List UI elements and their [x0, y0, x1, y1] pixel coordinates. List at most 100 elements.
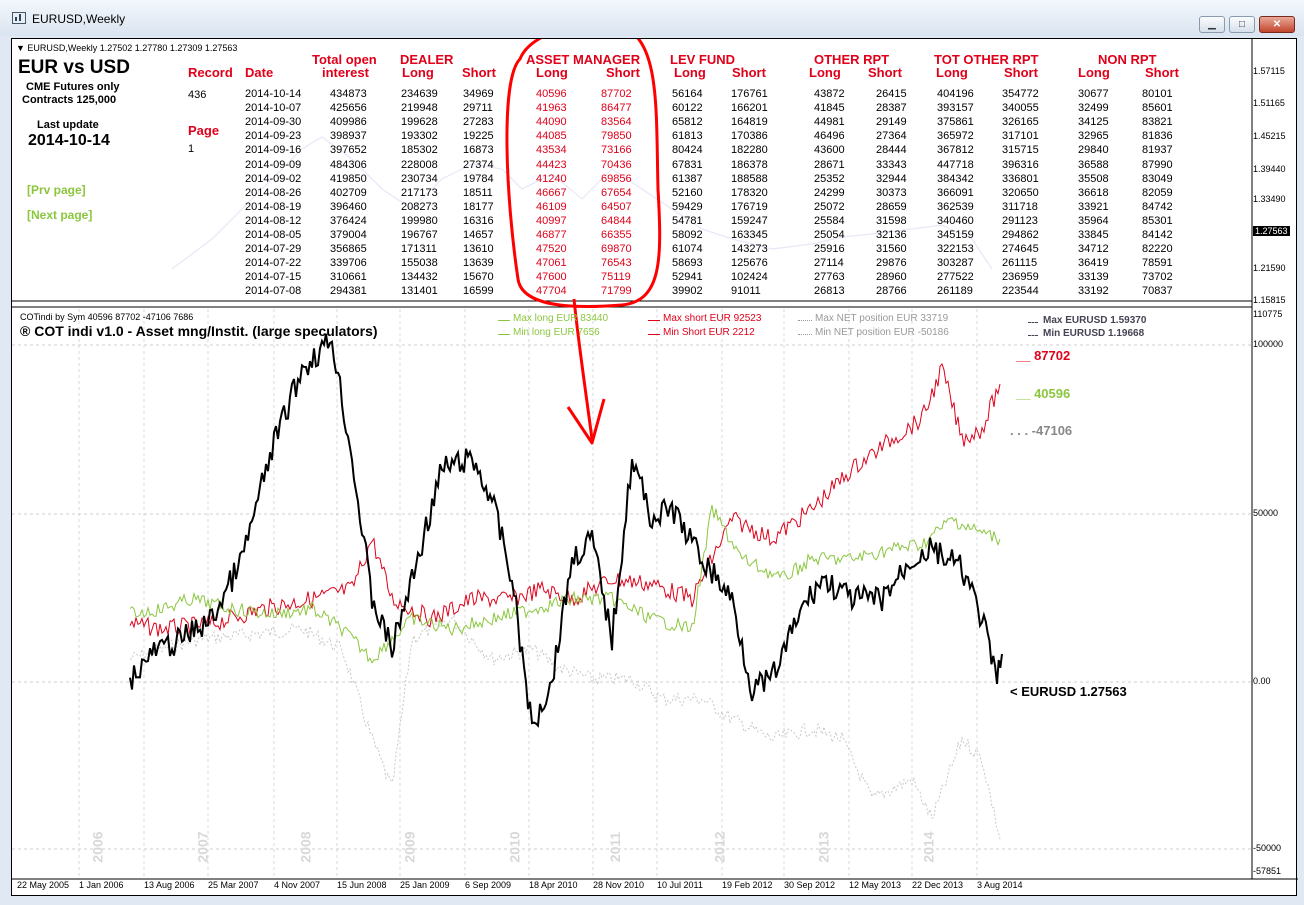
price-tick: 1.15815 [1253, 295, 1286, 305]
table-cell: 379004 [330, 229, 367, 241]
net-position-series [129, 614, 1001, 840]
table-cell: 317101 [1002, 130, 1039, 143]
chart-window-icon [12, 12, 26, 24]
table-cell: 40596 [536, 88, 567, 100]
table-cell: 47520 [536, 243, 567, 256]
table-cell: 230734 [401, 172, 438, 185]
table-cell: 2014-07-22 [245, 257, 302, 270]
table-cell: 41240 [536, 172, 567, 185]
col-oi-header-2: interest [322, 65, 369, 80]
table-cell: 69856 [601, 172, 632, 185]
table-sub-header-long: Long [402, 65, 434, 80]
table-cell: 41963 [536, 102, 567, 115]
table-cell: 33921 [1078, 200, 1109, 213]
table-cell: 29149 [876, 116, 907, 129]
table-cell: 376424 [330, 214, 367, 227]
table-cell: 322153 [937, 243, 974, 256]
table-cell: 2014-07-29 [245, 243, 302, 256]
table-cell: 83564 [601, 116, 632, 129]
table-cell: 25352 [814, 172, 845, 185]
table-cell: 36419 [1078, 257, 1109, 270]
table-cell: 64844 [601, 214, 632, 227]
table-sub-header-long: Long [809, 65, 841, 80]
table-cell: 52941 [672, 271, 703, 284]
table-cell: 419850 [330, 172, 367, 185]
table-cell: 261115 [1002, 257, 1038, 270]
table-cell: 19784 [463, 172, 494, 185]
table-cell: 2014-09-02 [245, 172, 302, 185]
table-cell: 58092 [672, 229, 703, 241]
table-cell: 2014-07-15 [245, 271, 302, 284]
table-cell: 354772 [1002, 88, 1039, 100]
table-cell: 315715 [1002, 144, 1039, 157]
table-cell: 61813 [672, 130, 703, 143]
window-titlebar[interactable]: EURUSD,Weekly ▁ □ ✕ [0, 0, 1304, 36]
pair-title: EUR vs USD [18, 57, 130, 78]
time-tick: 19 Feb 2012 [722, 880, 773, 890]
table-cell: 25584 [814, 214, 845, 227]
table-cell: 274645 [1002, 243, 1039, 256]
time-tick: 18 Apr 2010 [529, 880, 578, 890]
table-cell: 102424 [731, 271, 768, 284]
minimize-button[interactable]: ▁ [1199, 16, 1225, 33]
price-tick: 1.21590 [1253, 263, 1286, 273]
table-cell: 56164 [672, 88, 703, 100]
restore-button[interactable]: □ [1229, 16, 1255, 33]
table-sub-header-short: Short [606, 65, 640, 80]
time-tick: 15 Jun 2008 [337, 880, 387, 890]
time-tick: 28 Nov 2010 [593, 880, 645, 890]
year-label: 2009 [401, 831, 418, 863]
table-cell: 484306 [330, 158, 367, 171]
table-cell: 294381 [330, 285, 367, 298]
table-cell: 82220 [1142, 243, 1173, 256]
table-cell: 2014-08-05 [245, 229, 302, 241]
legend-min-eurusd: Min EURUSD 1.19668 [1028, 328, 1144, 339]
prev-page-link[interactable]: [Prv page] [27, 183, 86, 197]
table-cell: 447718 [937, 158, 974, 171]
table-cell: 27283 [463, 116, 494, 129]
table-cell: 2014-10-14 [245, 88, 302, 100]
table-cell: 28387 [876, 102, 907, 115]
table-cell: 365972 [937, 130, 974, 143]
time-tick: 6 Sep 2009 [465, 880, 512, 890]
table-cell: 25072 [814, 200, 845, 213]
table-cell: 67831 [672, 158, 703, 171]
table-cell: 30373 [876, 186, 907, 199]
year-label: 2014 [920, 831, 937, 863]
legend-max-short: Max short EUR 92523 [648, 313, 761, 324]
table-cell: 193302 [401, 130, 438, 143]
table-cell: 2014-10-07 [245, 102, 302, 115]
table-cell: 182280 [731, 144, 768, 157]
contract-size: Contracts 125,000 [22, 94, 117, 106]
table-cell: 28659 [876, 200, 907, 213]
table-cell: 188588 [731, 172, 768, 185]
table-sub-header-long: Long [674, 65, 706, 80]
table-cell: 75119 [601, 271, 631, 284]
net-value-label: . . . -47106 [1010, 423, 1073, 438]
table-cell: 43600 [814, 144, 845, 157]
year-label: 2010 [506, 831, 523, 863]
next-page-link[interactable]: [Next page] [27, 208, 92, 222]
table-cell: 44423 [536, 158, 567, 171]
close-button[interactable]: ✕ [1259, 16, 1295, 33]
table-cell: 336801 [1002, 172, 1039, 185]
price-tick: 1.33490 [1253, 194, 1286, 204]
chart-area[interactable]: ▼ EURUSD,Weekly 1.27502 1.27780 1.27309 … [11, 38, 1298, 896]
table-sub-header-long: Long [536, 65, 568, 80]
table-cell: 176761 [731, 88, 768, 100]
table-cell: 2014-09-16 [245, 144, 302, 157]
table-cell: 69870 [601, 243, 632, 256]
table-cell: 19225 [463, 130, 494, 143]
table-cell: 46109 [536, 200, 567, 213]
table-cell: 397652 [330, 144, 367, 157]
table-cell: 84142 [1142, 229, 1173, 241]
table-cell: 375861 [937, 116, 974, 129]
table-cell: 311718 [1002, 200, 1038, 213]
table-cell: 58693 [672, 257, 703, 270]
table-cell: 164819 [731, 116, 768, 129]
table-cell: 291123 [1002, 214, 1038, 227]
table-cell: 47600 [536, 271, 567, 284]
window-title: EURUSD,Weekly [32, 12, 126, 26]
table-cell: 35508 [1078, 172, 1109, 185]
year-label: 2013 [815, 831, 832, 863]
